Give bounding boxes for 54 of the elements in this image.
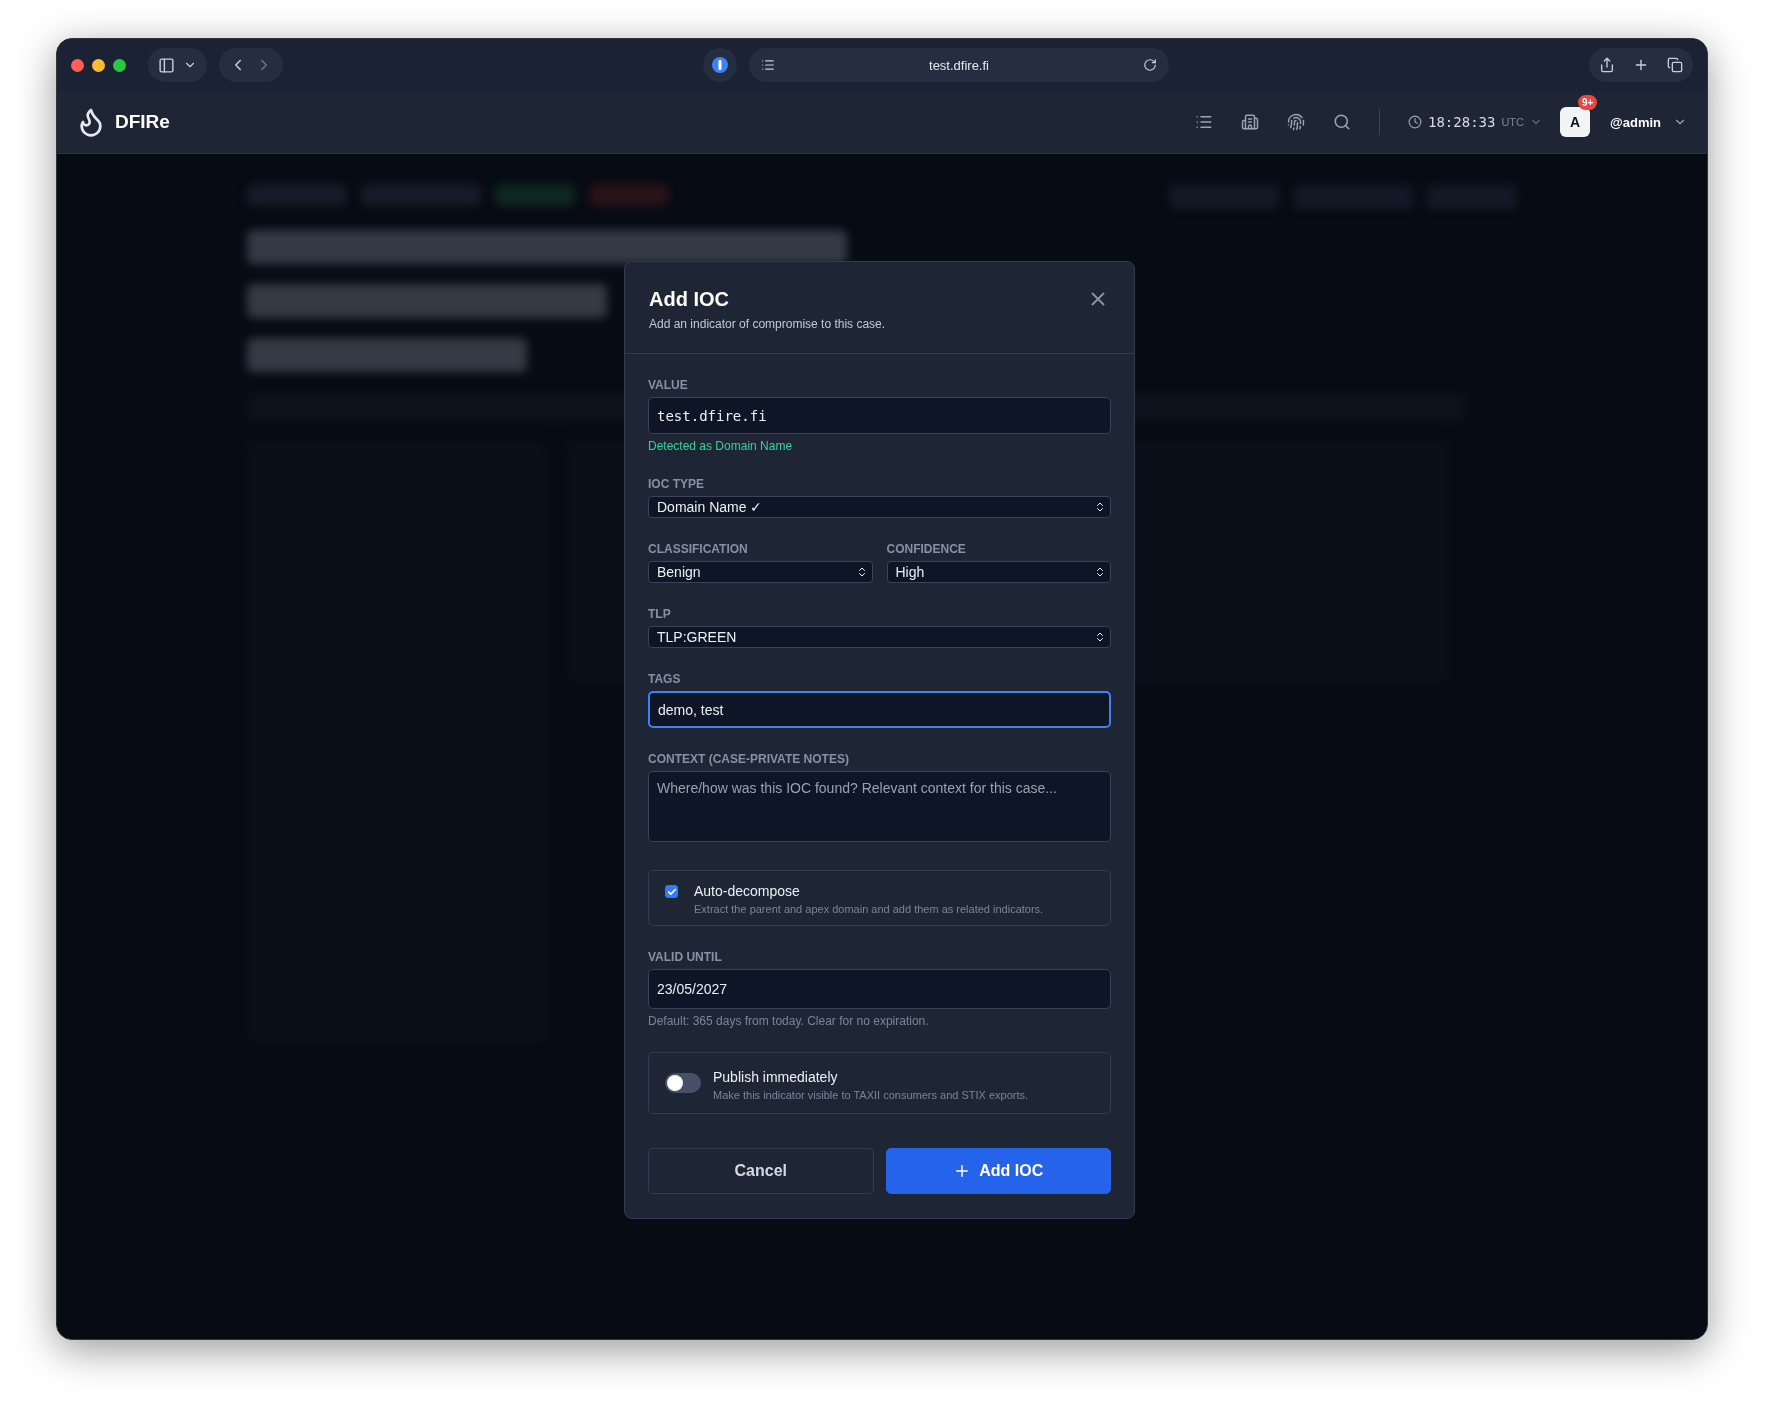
field-label: CLASSIFICATION bbox=[648, 542, 749, 556]
tabs-icon[interactable] bbox=[1667, 57, 1683, 73]
close-window-button[interactable] bbox=[71, 58, 84, 72]
fingerprint-icon[interactable] bbox=[1287, 113, 1305, 131]
time-zone[interactable]: UTC bbox=[1501, 116, 1525, 128]
dialog-subtitle: Add an indicator of compromise to this case. bbox=[649, 317, 886, 331]
value-input[interactable]: test.dfire.fi bbox=[648, 397, 1111, 434]
password-extension-icon[interactable] bbox=[703, 48, 737, 82]
chevrons-icon bbox=[1094, 631, 1106, 643]
chevrons-icon bbox=[1094, 501, 1106, 513]
toggle-switch[interactable] bbox=[665, 1073, 701, 1093]
minimize-button[interactable] bbox=[92, 58, 105, 72]
address-bar[interactable]: test.dfire.fi bbox=[749, 48, 1169, 82]
user-name[interactable]: @admin bbox=[1610, 114, 1661, 130]
option-description: Make this indicator visible to TAXII consumers and STIX exports. bbox=[713, 1089, 1029, 1101]
chevrons-icon bbox=[1094, 566, 1106, 578]
checkbox[interactable] bbox=[665, 885, 678, 898]
field-label: CONTEXT (CASE-PRIVATE NOTES) bbox=[648, 752, 850, 766]
field-label: TAGS bbox=[648, 672, 682, 686]
building-icon[interactable] bbox=[1241, 113, 1259, 131]
field-label: VALID UNTIL bbox=[648, 950, 723, 964]
share-icon[interactable] bbox=[1599, 57, 1615, 73]
classification-select[interactable]: Benign bbox=[648, 561, 873, 583]
plus-icon[interactable] bbox=[1633, 57, 1649, 73]
field-label: IOC TYPE bbox=[648, 477, 705, 491]
confidence-select[interactable]: High bbox=[886, 561, 1111, 583]
search-icon[interactable] bbox=[1333, 113, 1351, 131]
tags-input[interactable]: demo, test bbox=[648, 691, 1111, 728]
option-title: Auto-decompose bbox=[694, 883, 801, 899]
field-label: VALUE bbox=[648, 378, 689, 392]
add-ioc-button[interactable]: Add IOC bbox=[885, 1148, 1111, 1194]
sidebar-icon[interactable] bbox=[158, 56, 175, 74]
list-icon[interactable] bbox=[1195, 113, 1213, 131]
field-label: TLP bbox=[648, 607, 672, 621]
page-menu-icon[interactable] bbox=[761, 58, 775, 72]
brand-name[interactable]: DFIRe bbox=[115, 111, 170, 133]
option-description: Extract the parent and apex domain and add them as related indicators. bbox=[694, 903, 1044, 915]
cancel-button[interactable]: Cancel bbox=[648, 1148, 874, 1194]
dialog-title: Add IOC bbox=[649, 288, 730, 311]
detection-hint: Detected as Domain Name bbox=[648, 439, 794, 453]
context-textarea[interactable]: Where/how was this IOC found? Relevant context for this case... bbox=[648, 771, 1111, 842]
clock-time: 18:28:33 bbox=[1428, 114, 1496, 130]
user-avatar[interactable]: A bbox=[1560, 107, 1591, 137]
field-label: CONFIDENCE bbox=[886, 542, 967, 556]
field-hint: Default: 365 days from today. Clear for no expiration. bbox=[648, 1014, 930, 1028]
ioc-type-select[interactable]: Domain Name ✓ bbox=[648, 496, 1111, 518]
reload-icon[interactable] bbox=[1143, 58, 1157, 72]
notification-badge: 9+ bbox=[1578, 95, 1598, 110]
clock-icon bbox=[1408, 115, 1422, 129]
date-input[interactable]: 23/05/2027 bbox=[648, 969, 1111, 1009]
option-title: Publish immediately bbox=[713, 1069, 839, 1085]
tlp-select[interactable]: TLP:GREEN bbox=[648, 626, 1111, 648]
zoom-button[interactable] bbox=[113, 58, 126, 72]
url-text: test.dfire.fi bbox=[928, 57, 990, 73]
